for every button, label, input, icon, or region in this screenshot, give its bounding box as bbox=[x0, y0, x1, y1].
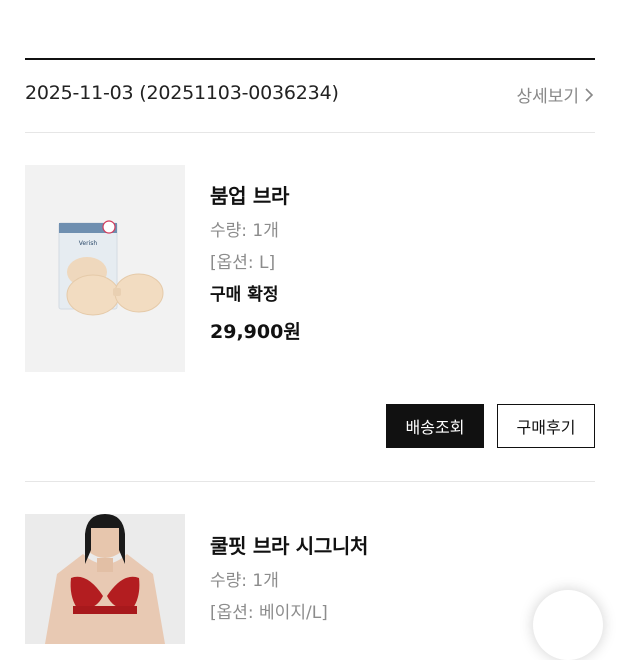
product-quantity: 수량: 1개 bbox=[210, 571, 279, 591]
order-header: 2025-11-03 (20251103-0036234) 상세보기 bbox=[25, 82, 595, 112]
product-info-2: 쿨핏 브라 시그니처 수량: 1개 [옵션: 베이지/L] bbox=[210, 532, 368, 633]
header-divider bbox=[25, 132, 595, 133]
track-shipment-button[interactable]: 배송조회 bbox=[386, 404, 484, 448]
product-option: [옵션: L] bbox=[210, 253, 276, 273]
product-image-boomup-bra[interactable]: Verish bbox=[25, 165, 185, 372]
chevron-right-icon bbox=[585, 87, 594, 102]
view-details-link[interactable]: 상세보기 bbox=[516, 82, 595, 107]
write-review-button[interactable]: 구매후기 bbox=[497, 404, 595, 448]
product-info-1: 붐업 브라 수량: 1개 [옵션: L] 구매 확정 29,900원 bbox=[210, 182, 301, 345]
product-divider bbox=[25, 481, 595, 482]
model-photo-image bbox=[25, 514, 185, 644]
product-image-coolfit-bra[interactable] bbox=[25, 514, 185, 644]
product-option: [옵션: 베이지/L] bbox=[210, 603, 328, 623]
package-brand-text: Verish bbox=[79, 240, 98, 247]
product-quantity: 수량: 1개 bbox=[210, 221, 279, 241]
product-name[interactable]: 붐업 브라 bbox=[210, 182, 301, 210]
floating-action-button[interactable] bbox=[533, 590, 603, 660]
order-status: 구매 확정 bbox=[210, 285, 279, 305]
view-details-label: 상세보기 bbox=[516, 87, 579, 107]
product-name[interactable]: 쿨핏 브라 시그니처 bbox=[210, 532, 368, 560]
bra-package-image: Verish bbox=[25, 165, 185, 372]
order-date-number: 2025-11-03 (20251103-0036234) bbox=[25, 82, 339, 104]
product-price: 29,900원 bbox=[210, 321, 301, 343]
top-divider bbox=[25, 58, 595, 60]
